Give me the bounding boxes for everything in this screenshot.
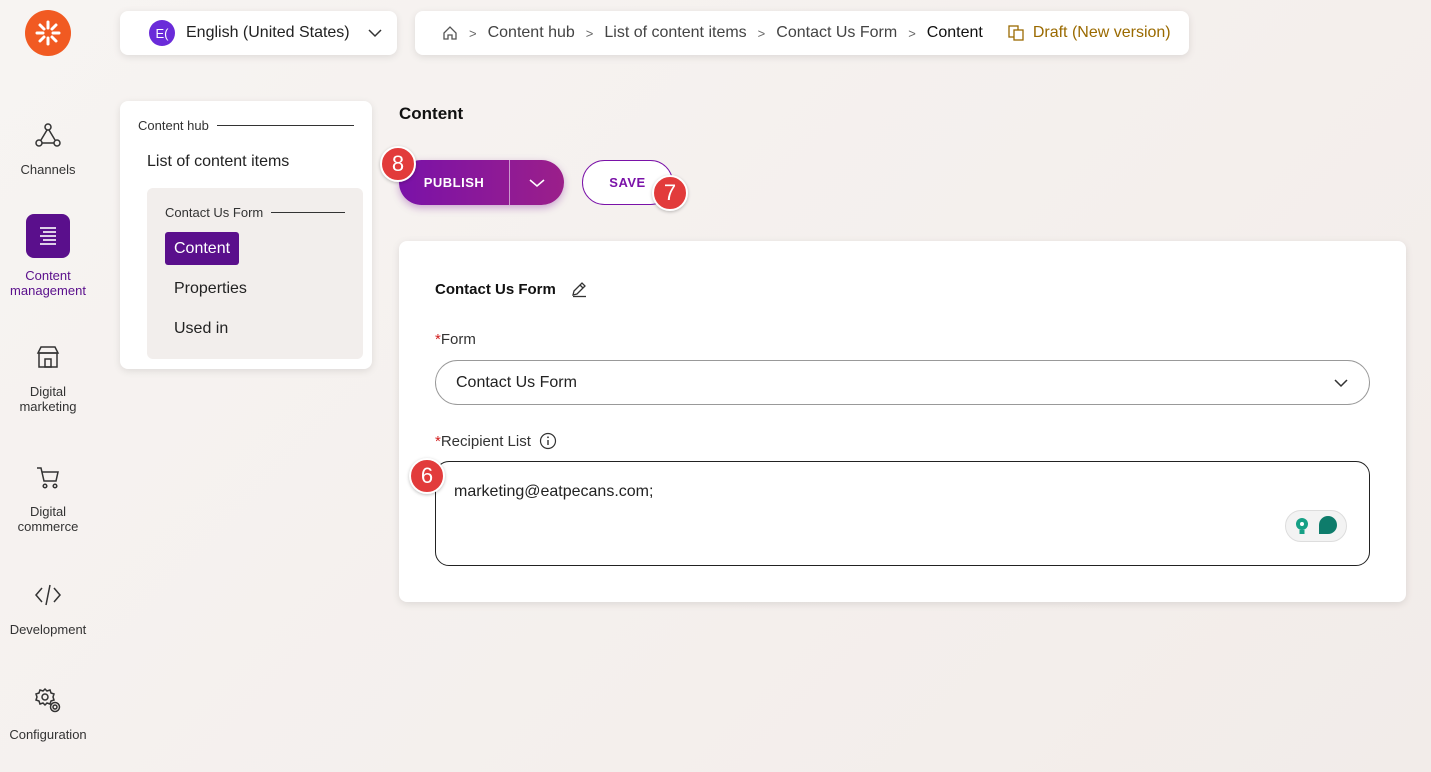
publish-button-group: PUBLISH (399, 160, 564, 205)
publish-button[interactable]: PUBLISH (399, 175, 509, 190)
rail-label: Digital marketing (19, 384, 77, 414)
tree-subitem-content[interactable]: Content (165, 232, 240, 265)
tree-section-label[interactable]: Content hub (138, 118, 209, 133)
tree-subitem-properties[interactable]: Properties (165, 272, 256, 305)
breadcrumb-current: Content (926, 24, 983, 41)
rail-item-digital-commerce[interactable]: Digital commerce (0, 454, 96, 534)
step-badge-7: 7 (652, 175, 688, 211)
form-label-text: Form (440, 331, 476, 348)
home-icon[interactable] (442, 25, 458, 41)
recipient-label-text: Recipient List (440, 432, 531, 450)
rail-label: Configuration (9, 727, 87, 742)
form-field-label: *Form (435, 331, 476, 348)
digital-marketing-icon (36, 346, 60, 368)
rail-label: Development (9, 622, 87, 637)
form-select[interactable]: Contact Us Form (435, 360, 1370, 405)
content-management-icon (40, 227, 56, 245)
language-badge: E( (149, 20, 175, 46)
assistant-icon[interactable] (1315, 513, 1341, 539)
form-title: Contact Us Form (435, 280, 588, 298)
draft-status-label: Draft (New version) (1032, 24, 1171, 41)
lightbulb-icon[interactable] (1292, 516, 1312, 536)
publish-dropdown-button[interactable] (510, 177, 564, 189)
tree-item-title[interactable]: Contact Us Form (165, 205, 263, 220)
chevron-down-icon (1334, 378, 1348, 387)
page-title: Content (399, 104, 464, 123)
rail-label: Digital commerce (17, 504, 79, 534)
rail-item-development[interactable]: Development (0, 572, 96, 637)
gear-icon (35, 687, 61, 713)
content-tree-panel: Content hub List of content items Contac… (120, 101, 372, 369)
logo-icon (35, 20, 61, 46)
app-logo[interactable] (25, 10, 71, 56)
recipient-list-textarea[interactable]: marketing@eatpecans.com; (435, 461, 1370, 566)
tree-item-group: Contact Us Form Content Properties Used … (147, 188, 363, 359)
tree-subitem-used-in[interactable]: Used in (165, 312, 237, 345)
rail-item-content-management[interactable]: Content management (0, 214, 96, 298)
breadcrumb-separator: > (469, 25, 477, 41)
rail-label: Channels (20, 162, 76, 177)
draft-status: Draft (New version) (1007, 24, 1171, 42)
rail-label: Content management (10, 268, 86, 298)
tree-item-list[interactable]: List of content items (147, 153, 354, 171)
channels-icon (35, 123, 61, 147)
pencil-icon[interactable] (570, 280, 588, 298)
chevron-down-icon (368, 29, 382, 38)
breadcrumb-separator: > (585, 25, 594, 41)
rail-item-digital-marketing[interactable]: Digital marketing (0, 334, 96, 414)
rail-item-configuration[interactable]: Configuration (0, 677, 96, 742)
rail-item-channels[interactable]: Channels (0, 112, 96, 177)
recipient-field-label: *Recipient List (435, 432, 557, 450)
left-rail: Channels Content management Digital mark… (0, 0, 96, 772)
info-icon[interactable] (539, 432, 557, 450)
language-selector[interactable]: E( English (United States) (120, 11, 397, 55)
cart-icon (37, 467, 59, 489)
breadcrumb-item-content-hub[interactable]: Content hub (488, 24, 575, 42)
breadcrumb: > Content hub > List of content items > … (415, 11, 1189, 55)
breadcrumb-separator: > (908, 25, 916, 41)
tree-item-header: Contact Us Form (165, 205, 345, 220)
tree-section-header: Content hub (138, 118, 354, 133)
step-badge-8: 8 (380, 146, 416, 182)
breadcrumb-item-list[interactable]: List of content items (604, 24, 746, 42)
content-form-card: Contact Us Form *Form Contact Us Form *R… (399, 241, 1406, 602)
step-badge-6: 6 (409, 458, 445, 494)
language-label: English (United States) (186, 24, 350, 41)
copy-version-icon (1008, 25, 1024, 41)
writing-assistant[interactable] (1285, 510, 1347, 542)
chevron-down-icon (529, 178, 545, 187)
code-icon (35, 584, 61, 606)
breadcrumb-separator: > (757, 25, 766, 41)
recipient-list-value: marketing@eatpecans.com; (454, 483, 654, 500)
form-select-value: Contact Us Form (456, 373, 577, 391)
form-title-text: Contact Us Form (435, 280, 556, 298)
breadcrumb-item-contact-form[interactable]: Contact Us Form (776, 24, 897, 42)
